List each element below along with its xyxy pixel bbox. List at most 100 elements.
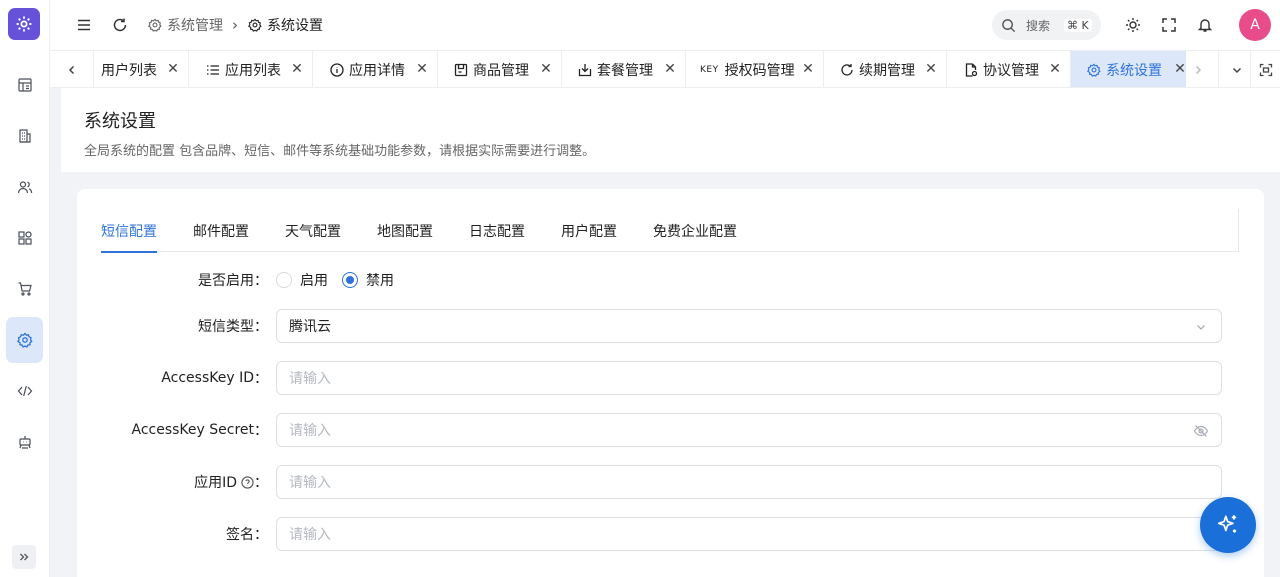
page-description: 全局系统的配置 包含品牌、短信、邮件等系统基础功能参数，请根据实际需要进行调整。 <box>84 144 596 159</box>
tab-close-icon[interactable]: ✕ <box>1173 61 1186 77</box>
tab-agreement-management[interactable]: 协议管理 ✕ <box>947 51 1071 87</box>
radio-label: 启用 <box>300 273 328 289</box>
tab-license-management[interactable]: KEY 授权码管理 ✕ <box>686 51 824 87</box>
tab-label: 应用详情 <box>349 62 405 79</box>
signature-input[interactable]: 请输入 <box>276 517 1222 551</box>
tab-close-icon[interactable]: ✕ <box>290 61 304 77</box>
form-row-access-key-id: AccessKey ID： 请输入 <box>77 361 1264 395</box>
tab-product-management[interactable]: 商品管理 ✕ <box>438 51 562 87</box>
tabs-scroll-right-button[interactable] <box>1186 51 1210 87</box>
gear-icon <box>148 18 162 32</box>
tabs-dropdown-button[interactable] <box>1218 51 1254 87</box>
form-row-app-id: 应用ID： 请输入 <box>77 465 1264 499</box>
maximize-icon <box>1259 63 1272 76</box>
global-search-button[interactable]: 搜索 ⌘ K <box>992 10 1101 40</box>
search-shortcut: ⌘ K <box>1064 18 1092 32</box>
config-tab-free-enterprise[interactable]: 免费企业配置 <box>653 221 737 241</box>
config-tab-log[interactable]: 日志配置 <box>469 221 525 241</box>
gear-icon <box>16 332 33 348</box>
app-id-input[interactable]: 请输入 <box>276 465 1222 499</box>
ai-assistant-button[interactable] <box>1200 497 1256 553</box>
chevron-down-icon <box>1193 319 1209 335</box>
refresh-icon <box>839 62 855 78</box>
radio-enable[interactable]: 启用 <box>276 270 328 290</box>
theme-toggle-button[interactable] <box>1123 15 1143 35</box>
breadcrumb-item-system-management[interactable]: 系统管理 <box>148 15 223 35</box>
apps-icon <box>17 231 32 245</box>
radio-label: 禁用 <box>366 273 394 289</box>
enabled-radio-group: 启用 禁用 <box>276 263 408 297</box>
sidebar-item-developer[interactable] <box>6 368 43 414</box>
code-icon <box>17 385 32 397</box>
menu-toggle-button[interactable] <box>74 15 94 35</box>
tabs-scroll-left-button[interactable] <box>50 51 94 87</box>
app-logo[interactable] <box>8 8 40 40</box>
breadcrumb-separator-icon: › <box>232 16 238 34</box>
fullscreen-button[interactable] <box>1159 15 1179 35</box>
tab-renewal-management[interactable]: 续期管理 ✕ <box>824 51 947 87</box>
eye-off-icon[interactable] <box>1193 423 1209 439</box>
tab-user-list[interactable]: 用户列表 ✕ <box>94 51 189 87</box>
refresh-button[interactable] <box>110 15 130 35</box>
config-tab-sms[interactable]: 短信配置 <box>101 221 157 253</box>
tab-close-icon[interactable]: ✕ <box>539 61 553 77</box>
help-icon[interactable] <box>241 475 254 489</box>
config-tab-map[interactable]: 地图配置 <box>377 221 433 241</box>
access-key-id-input[interactable]: 请输入 <box>276 361 1222 395</box>
sidebar-collapse-button[interactable] <box>12 545 36 569</box>
menu-icon <box>78 19 90 31</box>
sidebar-item-organization[interactable] <box>6 113 43 159</box>
user-avatar[interactable]: A <box>1239 9 1271 41</box>
input-placeholder: 请输入 <box>289 475 331 491</box>
tab-close-icon[interactable]: ✕ <box>801 61 815 77</box>
select-value: 腾讯云 <box>289 319 331 335</box>
breadcrumb-label: 系统设置 <box>267 18 323 34</box>
users-icon <box>17 181 32 194</box>
radio-disable[interactable]: 禁用 <box>342 270 394 290</box>
cart-icon <box>18 282 32 296</box>
form-row-signature: 签名： 请输入 <box>77 517 1264 551</box>
tab-label: 授权码管理 <box>724 62 795 79</box>
tabs-maximize-button[interactable] <box>1250 51 1280 87</box>
access-key-secret-input[interactable]: 请输入 <box>276 413 1222 447</box>
sidebar-item-users[interactable] <box>6 164 43 210</box>
tab-label: 应用列表 <box>225 62 281 79</box>
sidebar-item-shop[interactable] <box>6 266 43 312</box>
config-tab-weather[interactable]: 天气配置 <box>285 221 341 241</box>
input-placeholder: 请输入 <box>289 527 331 543</box>
form-label: 短信类型： <box>198 319 268 335</box>
tab-app-list[interactable]: 应用列表 ✕ <box>189 51 313 87</box>
tab-system-settings[interactable]: 系统设置 ✕ <box>1071 51 1186 87</box>
chevron-down-icon <box>1232 67 1241 73</box>
tab-close-icon[interactable]: ✕ <box>663 61 677 77</box>
breadcrumb-label: 系统管理 <box>167 18 223 34</box>
radio-circle <box>276 272 292 288</box>
sidebar-item-ai[interactable] <box>6 419 43 465</box>
sidebar-item-dashboard[interactable] <box>6 62 43 108</box>
tabs-strip: 用户列表 ✕ 应用列表 ✕ 应用详情 ✕ 商品管理 ✕ 套餐管理 ✕ KEY 授… <box>94 51 1186 87</box>
tab-close-icon[interactable]: ✕ <box>415 61 429 77</box>
tab-package-management[interactable]: 套餐管理 ✕ <box>562 51 686 87</box>
tab-label: 协议管理 <box>983 62 1039 79</box>
gear-icon <box>248 18 262 32</box>
notifications-button[interactable] <box>1195 15 1215 35</box>
tab-close-icon[interactable]: ✕ <box>924 61 938 77</box>
tab-close-icon[interactable]: ✕ <box>166 61 180 77</box>
chevron-left-icon <box>68 65 74 74</box>
form-label: 应用ID： <box>194 475 268 491</box>
config-tab-user[interactable]: 用户配置 <box>561 221 617 241</box>
breadcrumb: 系统管理 › 系统设置 <box>148 14 323 36</box>
sms-type-select[interactable]: 腾讯云 <box>276 309 1222 343</box>
sidebar-item-apps[interactable] <box>6 215 43 261</box>
fullscreen-icon <box>1162 18 1176 32</box>
tabs-divider <box>1238 209 1239 251</box>
sidebar-item-system[interactable] <box>6 317 43 363</box>
breadcrumb-item-system-settings: 系统设置 <box>248 15 323 35</box>
tab-app-detail[interactable]: 应用详情 ✕ <box>313 51 438 87</box>
sun-icon <box>1126 18 1140 32</box>
tab-close-icon[interactable]: ✕ <box>1048 61 1062 77</box>
config-tab-email[interactable]: 邮件配置 <box>193 221 249 241</box>
double-chevron-right-icon <box>20 553 29 561</box>
package-icon <box>577 62 593 78</box>
page-header: 系统设置 全局系统的配置 包含品牌、短信、邮件等系统基础功能参数，请根据实际需要… <box>61 88 1280 172</box>
